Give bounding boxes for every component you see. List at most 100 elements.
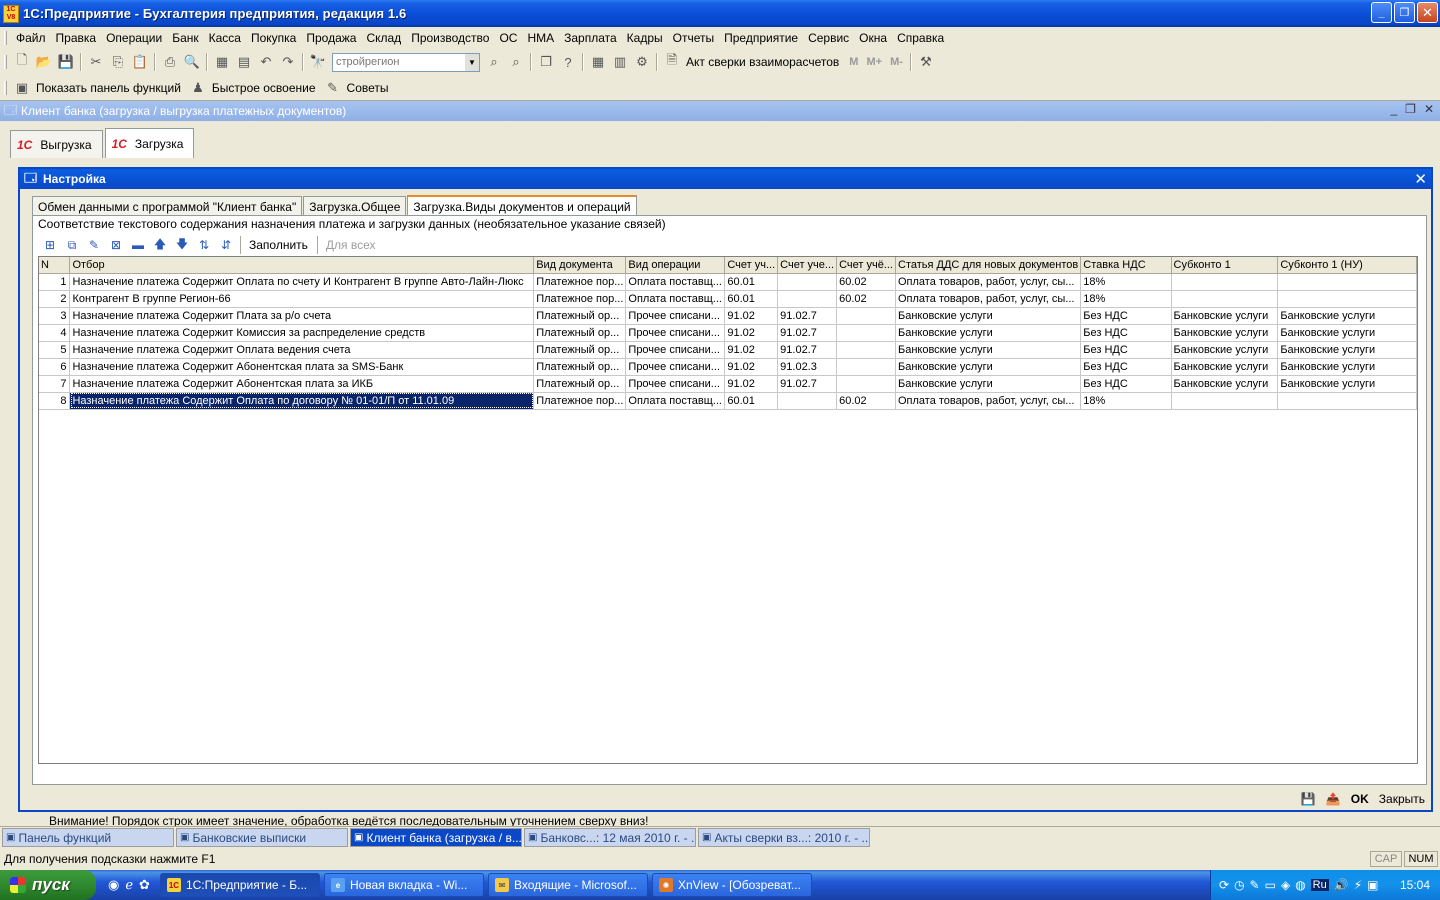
tray-shield-icon[interactable]: ◈: [1281, 878, 1290, 892]
cell-vat-rate[interactable]: 18%: [1080, 290, 1172, 308]
column-header-vat-rate[interactable]: Ставка НДС: [1080, 257, 1172, 274]
cell-subconto-1-nu[interactable]: Банковские услуги: [1277, 358, 1417, 376]
move-up-icon[interactable]: 🡅: [151, 236, 169, 254]
table-row[interactable]: 8 Назначение платежа Содержит Оплата по д…: [39, 392, 1417, 410]
search-combo[interactable]: стройрегион ▼: [332, 52, 480, 72]
cell-account-3[interactable]: 60.02: [836, 273, 896, 291]
tray-language[interactable]: Ru: [1310, 879, 1329, 891]
table-icon[interactable]: ▤: [235, 53, 253, 71]
tab-import-general[interactable]: Загрузка.Общее: [303, 196, 407, 216]
cell-dds-item[interactable]: Банковские услуги: [895, 341, 1082, 359]
cell-subconto-1-nu[interactable]: [1277, 273, 1417, 291]
sort-desc-icon[interactable]: ⇵: [217, 236, 235, 254]
cell-doc-type[interactable]: Платежное пор...: [533, 290, 627, 308]
memory-m-button[interactable]: M: [849, 56, 858, 68]
cell-subconto-1[interactable]: Банковские услуги: [1171, 341, 1279, 359]
cell-account-1[interactable]: 60.01: [724, 273, 779, 291]
cell-operation-type[interactable]: Оплата поставщ...: [625, 290, 726, 308]
ok-button[interactable]: OK: [1351, 792, 1369, 806]
menu-operations[interactable]: Операции: [101, 31, 167, 45]
cell-dds-item[interactable]: Банковские услуги: [895, 358, 1082, 376]
cell-account-2[interactable]: [777, 290, 838, 308]
menu-nma[interactable]: НМА: [522, 31, 559, 45]
cell-account-2[interactable]: 91.02.7: [777, 307, 838, 325]
cell-account-1[interactable]: 91.02: [724, 341, 779, 359]
calculator-icon[interactable]: ▦: [589, 53, 607, 71]
dialog-close-icon[interactable]: ✕: [1414, 170, 1427, 188]
cell-filter[interactable]: Назначение платежа Содержит Плата за р/о…: [69, 307, 535, 325]
cell-account-3[interactable]: [836, 307, 896, 325]
cell-operation-type[interactable]: Прочее списани...: [625, 307, 726, 325]
mdi-minimize-button[interactable]: _: [1390, 102, 1397, 116]
menu-purchase[interactable]: Покупка: [246, 31, 301, 45]
end-edit-icon[interactable]: ▬: [129, 236, 147, 254]
tray-browser-icon[interactable]: ◍: [1295, 878, 1305, 892]
tips-button[interactable]: Советы: [347, 81, 389, 95]
print-icon[interactable]: ⎙: [161, 53, 179, 71]
cell-n[interactable]: 7: [39, 375, 71, 393]
memory-plus-button[interactable]: M+: [866, 56, 882, 68]
find-icon[interactable]: 🔭: [309, 53, 327, 71]
cell-account-2[interactable]: [777, 392, 838, 410]
cell-subconto-1[interactable]: [1171, 392, 1279, 410]
quick-launch-app-icon[interactable]: ◉: [108, 877, 119, 893]
cell-operation-type[interactable]: Прочее списани...: [625, 358, 726, 376]
for-all-button[interactable]: Для всех: [326, 238, 376, 252]
redo-icon[interactable]: ↷: [279, 53, 297, 71]
new-document-icon[interactable]: 🗋: [13, 52, 31, 71]
cell-account-3[interactable]: [836, 358, 896, 376]
cell-operation-type[interactable]: Прочее списани...: [625, 341, 726, 359]
copy-icon[interactable]: ⎘: [109, 53, 127, 71]
cell-doc-type[interactable]: Платежный ор...: [533, 307, 627, 325]
cell-account-2[interactable]: 91.02.7: [777, 324, 838, 342]
load-settings-icon[interactable]: 📤: [1326, 792, 1341, 806]
menu-cash[interactable]: Касса: [204, 31, 246, 45]
undo-icon[interactable]: ↶: [257, 53, 275, 71]
cell-subconto-1-nu[interactable]: Банковские услуги: [1277, 341, 1417, 359]
cell-account-2[interactable]: 91.02.7: [777, 341, 838, 359]
menu-salary[interactable]: Зарплата: [559, 31, 622, 45]
show-function-panel-button[interactable]: Показать панель функций: [36, 81, 181, 95]
cell-n[interactable]: 2: [39, 290, 71, 308]
cell-n[interactable]: 1: [39, 273, 71, 291]
menu-edit[interactable]: Правка: [51, 31, 102, 45]
cell-operation-type[interactable]: Оплата поставщ...: [625, 273, 726, 291]
mdi-restore-button[interactable]: ❐: [1405, 102, 1416, 116]
cell-account-2[interactable]: [777, 273, 838, 291]
akt-sverki-button[interactable]: Акт сверки взаиморасчетов: [686, 55, 839, 69]
cell-account-3[interactable]: 60.02: [836, 392, 896, 410]
menu-service[interactable]: Сервис: [803, 31, 854, 45]
quick-launch-app-icon[interactable]: ✿: [139, 877, 150, 893]
cell-account-1[interactable]: 91.02: [724, 358, 779, 376]
help-icon[interactable]: ?: [559, 53, 577, 71]
move-down-icon[interactable]: 🡇: [173, 236, 191, 254]
delete-row-icon[interactable]: ⊠: [107, 236, 125, 254]
table-row[interactable]: 2 Контрагент В группе Регион-66 Платежное …: [39, 290, 1417, 308]
open-icon[interactable]: 📂: [35, 53, 53, 71]
cell-vat-rate[interactable]: 18%: [1080, 273, 1172, 291]
cell-account-1[interactable]: 91.02: [724, 307, 779, 325]
cell-filter[interactable]: Назначение платежа Содержит Оплата по сч…: [69, 273, 535, 291]
cell-filter[interactable]: Назначение платежа Содержит Комиссия за …: [69, 324, 535, 342]
save-settings-icon[interactable]: 💾: [1301, 792, 1316, 806]
sort-asc-icon[interactable]: ⇅: [195, 236, 213, 254]
cell-doc-type[interactable]: Платежный ор...: [533, 358, 627, 376]
tray-monitor-icon[interactable]: ▭: [1265, 878, 1276, 892]
cell-filter[interactable]: Назначение платежа Содержит Абонентская …: [69, 375, 535, 393]
task-browser[interactable]: e Новая вкладка - Wi...: [323, 873, 484, 897]
cell-subconto-1[interactable]: Банковские услуги: [1171, 324, 1279, 342]
cell-n[interactable]: 3: [39, 307, 71, 325]
column-header-doc-type[interactable]: Вид документа: [533, 257, 627, 274]
column-header-account-3[interactable]: Счет учё...: [836, 257, 896, 274]
cell-subconto-1-nu[interactable]: [1277, 392, 1417, 410]
close-button[interactable]: ✕: [1417, 2, 1438, 23]
find-next-icon[interactable]: ⌕: [485, 53, 503, 71]
cell-dds-item[interactable]: Оплата товаров, работ, услуг, сы...: [895, 290, 1082, 308]
find-prev-icon[interactable]: ⌕: [507, 53, 525, 71]
cell-subconto-1-nu[interactable]: Банковские услуги: [1277, 375, 1417, 393]
document-icon[interactable]: 🗎: [663, 52, 681, 71]
column-header-subconto-1[interactable]: Субконто 1: [1171, 257, 1279, 274]
menu-windows[interactable]: Окна: [854, 31, 892, 45]
menu-bank[interactable]: Банк: [167, 31, 203, 45]
table-row[interactable]: 1 Назначение платежа Содержит Оплата по с…: [39, 273, 1417, 291]
